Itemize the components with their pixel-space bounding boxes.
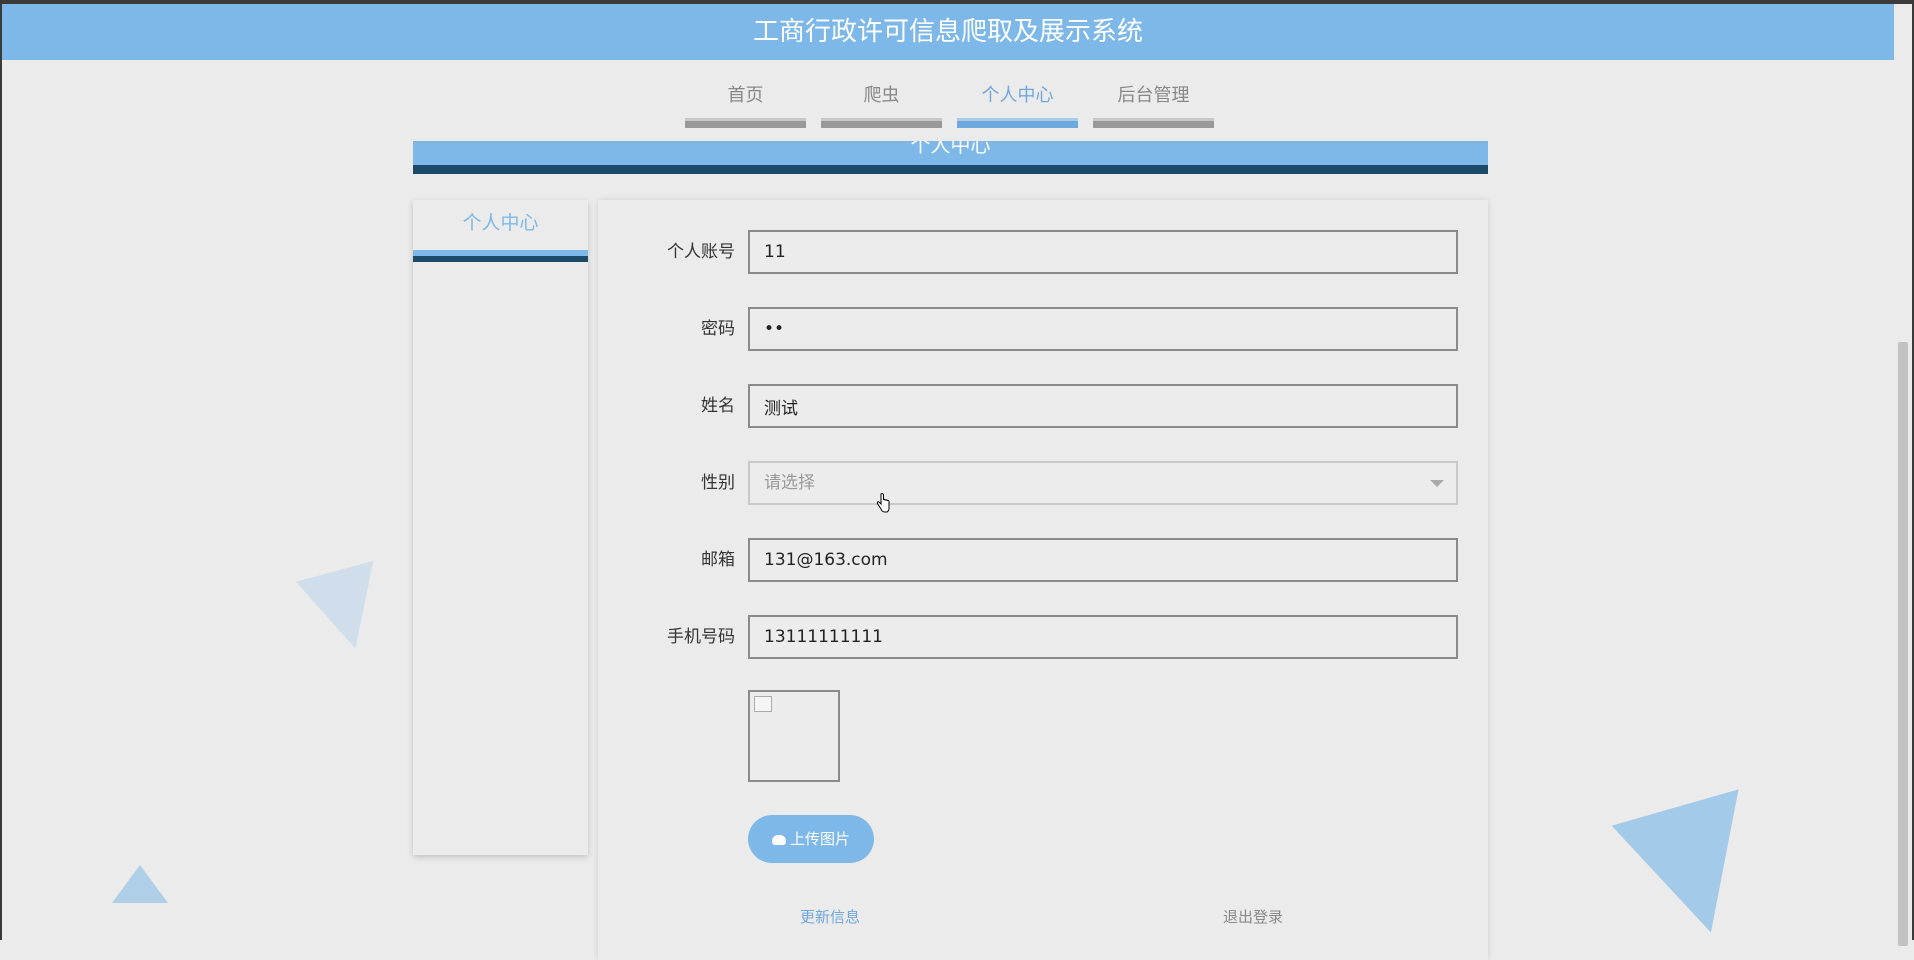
name-label: 姓名 <box>701 396 735 416</box>
nav-item-personal-center[interactable]: 个人中心 <box>957 80 1078 128</box>
account-input[interactable] <box>748 230 1458 274</box>
account-label: 个人账号 <box>667 242 735 262</box>
sidebar: 个人中心 <box>413 200 588 855</box>
decorative-triangle <box>296 561 394 659</box>
form-row-password: 密码 <box>598 307 1488 351</box>
app-title-bar: 工商行政许可信息爬取及展示系统 <box>2 4 1894 60</box>
nav-item-underline <box>957 118 1078 128</box>
password-label: 密码 <box>701 319 735 339</box>
window-frame-left <box>0 0 2 940</box>
chevron-down-icon <box>1430 480 1444 487</box>
hand-cursor-icon <box>876 493 890 513</box>
form-row-account: 个人账号 <box>598 230 1488 274</box>
scrollbar-thumb[interactable] <box>1898 342 1908 946</box>
decorative-triangle <box>112 865 168 903</box>
profile-form-panel: 个人账号 密码 姓名 性别 请选择 邮箱 手机号码 上传图片 更新信息 退出登录 <box>598 200 1488 960</box>
nav-item-label: 爬虫 <box>863 85 900 106</box>
decorative-triangle <box>1611 789 1775 951</box>
phone-input[interactable] <box>748 615 1458 659</box>
page-scrollbar[interactable] <box>1892 60 1912 946</box>
nav-item-label: 个人中心 <box>981 85 1054 106</box>
form-row-name: 姓名 <box>598 384 1488 428</box>
gender-select[interactable]: 请选择 <box>748 461 1458 505</box>
logout-button[interactable]: 退出登录 <box>1223 906 1283 927</box>
sidebar-active-indicator <box>413 250 588 262</box>
nav-item-label: 后台管理 <box>1117 85 1190 106</box>
sidebar-item-personal-center[interactable]: 个人中心 <box>413 200 588 250</box>
nav-item-home[interactable]: 首页 <box>685 80 806 128</box>
nav-item-admin[interactable]: 后台管理 <box>1093 80 1214 128</box>
app-title: 工商行政许可信息爬取及展示系统 <box>752 17 1143 47</box>
page-banner: 个人中心 <box>413 141 1488 174</box>
phone-label: 手机号码 <box>667 627 735 647</box>
cloud-upload-icon <box>771 835 786 845</box>
password-input[interactable] <box>748 307 1458 351</box>
nav-item-underline <box>685 118 806 128</box>
nav-item-crawler[interactable]: 爬虫 <box>821 80 942 128</box>
form-row-email: 邮箱 <box>598 538 1488 582</box>
upload-image-button[interactable]: 上传图片 <box>748 815 874 863</box>
top-nav: 首页 爬虫 个人中心 后台管理 <box>685 80 1214 128</box>
email-label: 邮箱 <box>701 550 735 570</box>
broken-image-icon <box>754 696 772 712</box>
avatar-preview <box>748 690 840 782</box>
page-banner-title: 个人中心 <box>910 141 991 157</box>
form-row-gender: 性别 请选择 <box>598 461 1488 505</box>
form-row-phone: 手机号码 <box>598 615 1488 659</box>
name-input[interactable] <box>748 384 1458 428</box>
gender-label: 性别 <box>701 473 735 493</box>
update-info-button[interactable]: 更新信息 <box>800 906 860 927</box>
nav-item-label: 首页 <box>727 85 764 106</box>
email-input[interactable] <box>748 538 1458 582</box>
gender-placeholder: 请选择 <box>764 473 815 493</box>
nav-item-underline <box>1093 118 1214 128</box>
nav-item-underline <box>821 118 942 128</box>
upload-button-label: 上传图片 <box>789 830 850 848</box>
